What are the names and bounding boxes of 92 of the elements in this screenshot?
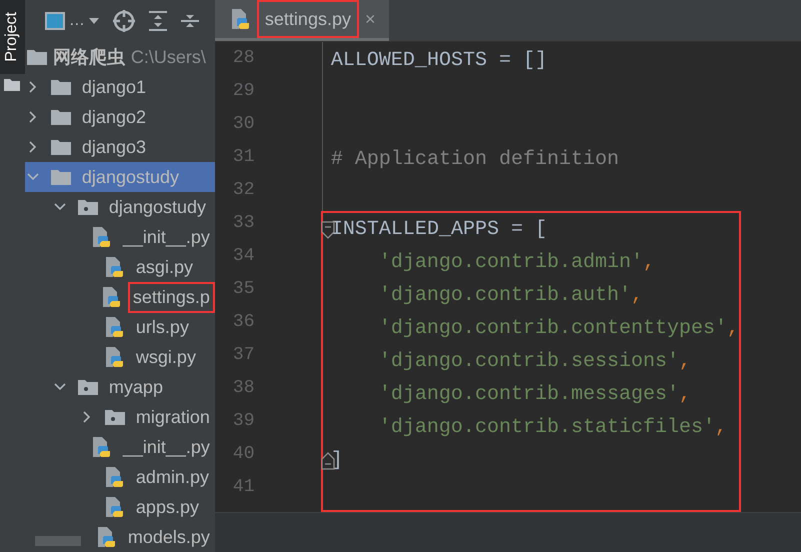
project-tab[interactable]: Project [0,0,25,74]
python-file-icon [102,286,122,308]
tree-item-label: myapp [108,376,164,399]
tree-item[interactable]: settings.p [24,282,215,312]
project-root-name: 网络爬虫 [52,46,125,69]
line-number: 37 [232,344,255,367]
folder-icon [4,78,20,91]
line-number: 30 [232,113,255,136]
code-line: 'django.contrib.staticfiles', [378,414,727,440]
code-line: 'django.contrib.sessions', [378,348,691,374]
python-file-icon [92,436,112,458]
line-number: 35 [232,278,255,301]
line-number: 40 [232,443,255,466]
editor-tab[interactable]: settings.py × [214,0,390,41]
code-line: ALLOWED_HOSTS = [] [330,48,547,74]
chevron-right-icon[interactable] [26,81,39,93]
tree-item-label: djangostudy [80,166,180,189]
code-line: 'django.contrib.auth', [378,282,643,308]
line-number: 38 [232,377,255,400]
tree-item-label: django3 [80,136,147,159]
crosshair-icon[interactable] [112,10,135,32]
tree-item[interactable]: admin.py [24,462,215,492]
tree-item[interactable]: asgi.py [24,252,215,282]
tree-item[interactable]: __init__.py [24,222,215,252]
python-file-icon [230,8,251,30]
tree-item-label: models.py [126,526,211,549]
python-file-icon [104,256,125,278]
tree-item[interactable]: djangostudy [24,192,215,222]
fold-marker-icon[interactable] [320,452,335,470]
folder-icon [50,169,71,185]
window-icon [44,12,65,30]
python-file-icon [104,346,125,368]
tree-item-label: wsgi.py [134,346,197,369]
tree-item-label: settings.p [128,282,215,312]
line-number: 29 [232,80,255,103]
tree-item-label: admin.py [134,466,210,489]
code-line: 'django.contrib.contenttypes', [378,316,739,342]
line-number: 32 [232,179,255,202]
code-line: 'django.contrib.admin', [378,250,655,276]
tree-item[interactable]: apps.py [24,492,215,522]
folder-icon [50,139,71,155]
line-number: 36 [232,311,255,334]
folder-icon [50,109,71,125]
close-button[interactable]: × [364,6,376,32]
tree-item[interactable]: django1 [24,72,215,102]
tree-item[interactable]: django2 [24,102,215,132]
tree-item-label: asgi.py [134,256,194,279]
line-number: 31 [232,146,255,169]
horizontal-scrollbar[interactable] [34,536,81,546]
python-file-icon [92,226,112,248]
tree-item-label: urls.py [134,316,190,339]
package-folder-icon [78,199,98,215]
chevron-right-icon[interactable] [26,141,39,153]
package-folder-icon [78,379,98,395]
tree-item-label: apps.py [134,496,200,519]
package-folder-icon [104,409,125,425]
folder-icon [26,49,47,66]
tree-item-label: __init__.py [122,226,211,249]
tree-item[interactable]: myapp [24,372,215,402]
line-number: 28 [232,47,255,70]
chevron-right-icon[interactable] [26,111,39,123]
python-file-icon [104,496,125,518]
folder-icon [50,79,71,95]
tree-item-label: django1 [80,76,147,99]
chevron-down-icon[interactable] [54,381,66,393]
tree-item[interactable]: migration [24,402,215,432]
line-number: 39 [232,410,255,433]
code-line: # Application definition [330,146,619,172]
tree-item[interactable]: urls.py [24,312,215,342]
tree-item[interactable]: models.py [24,522,215,552]
python-file-icon [96,526,117,548]
tree-item[interactable]: django3 [24,132,215,162]
line-number: 34 [232,245,255,268]
code-line: ] [330,448,343,474]
tree-item[interactable]: __init__.py [24,432,215,462]
tree-item[interactable]: wsgi.py [24,342,215,372]
chevron-right-icon[interactable] [80,411,93,423]
view-dropdown[interactable]: … [44,9,99,34]
line-number: 33 [232,212,255,235]
expand-all-icon[interactable] [148,11,167,32]
tree-item-label: migration [134,406,211,429]
python-file-icon [104,466,125,488]
tab-label: settings.py [256,0,359,38]
chevron-down-icon[interactable] [54,201,66,213]
tree-item-label: django2 [80,106,147,129]
caret-icon [88,18,99,24]
python-file-icon [104,316,125,338]
code-line: 'django.contrib.messages', [378,382,691,408]
tree-item-label: __init__.py [122,436,211,459]
tree-item-label: djangostudy [108,196,207,219]
line-number: 41 [232,476,255,499]
project-root-path: C:\Users\ [130,46,206,69]
